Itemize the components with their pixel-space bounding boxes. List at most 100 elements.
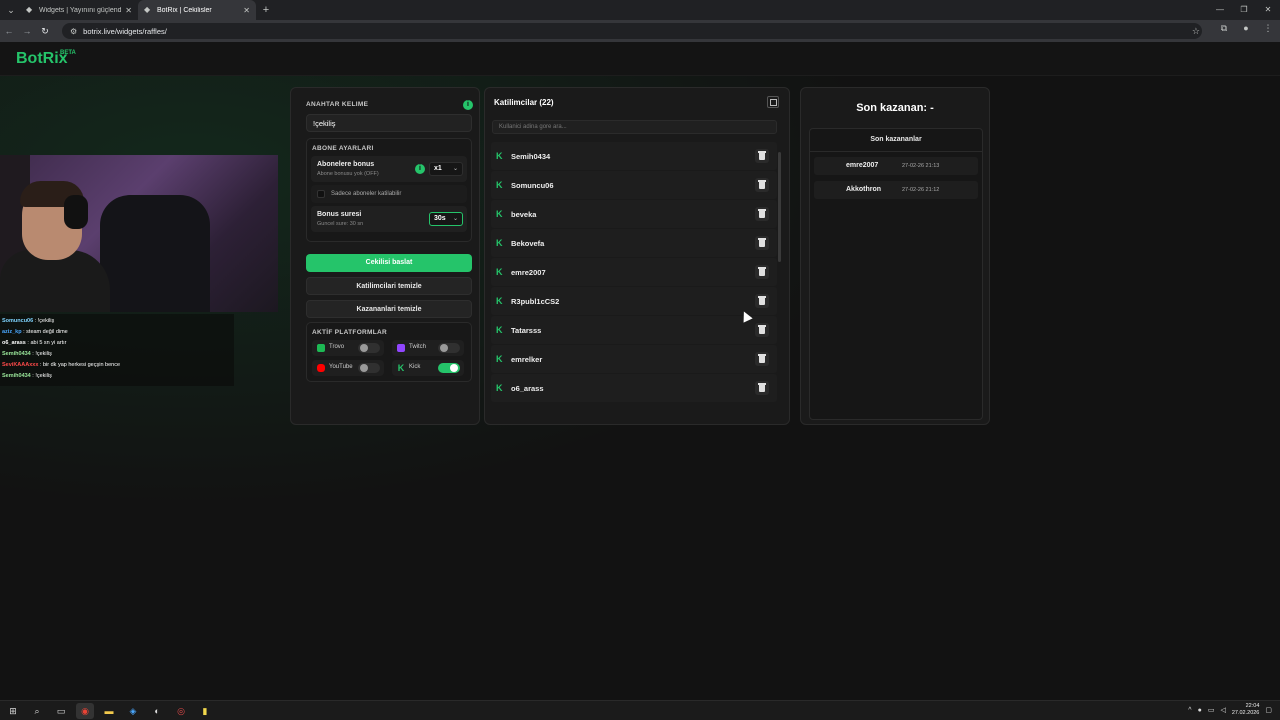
notifications-icon[interactable]: ▢ bbox=[1265, 706, 1272, 714]
minimize-icon[interactable]: — bbox=[1208, 0, 1232, 20]
twitch-toggle[interactable] bbox=[438, 343, 460, 353]
delete-participant-icon[interactable] bbox=[755, 381, 769, 395]
start-raffle-button[interactable]: Cekilisi baslat bbox=[306, 254, 472, 272]
notes-app-icon[interactable]: ▮ bbox=[196, 703, 214, 719]
participant-row: Kemrelker bbox=[491, 345, 777, 373]
browser-tab-active[interactable]: ◆ BotRix | Cekilisler ✕ bbox=[138, 0, 256, 20]
extensions-icon[interactable]: ⧉ bbox=[1218, 23, 1230, 34]
winners-panel: Son kazanan: - Son kazananlar emre2007 2… bbox=[800, 87, 990, 425]
delete-participant-icon[interactable] bbox=[755, 207, 769, 221]
chat-user: Semih0434 bbox=[2, 351, 31, 357]
delete-participant-icon[interactable] bbox=[755, 352, 769, 366]
chat-message: o6_arass : abi 5 sn yi artır bbox=[2, 338, 232, 349]
kick-icon: K bbox=[496, 296, 503, 306]
taskbar-apps: ⊞ ⌕ ▭ ◉ ▬ ◈ ◐ ◎ ▮ bbox=[4, 703, 214, 719]
obs-icon[interactable]: ◎ bbox=[172, 703, 190, 719]
participant-row: Kemre2007 bbox=[491, 258, 777, 286]
youtube-toggle[interactable] bbox=[358, 363, 380, 373]
delete-participant-icon[interactable] bbox=[755, 236, 769, 250]
only-subscribers-label: Sadece aboneler katilabilir bbox=[331, 191, 402, 197]
bookmark-star-icon[interactable]: ☆ bbox=[1192, 26, 1200, 37]
clear-winners-button[interactable]: Kazananlari temizle bbox=[306, 300, 472, 318]
kick-icon: K bbox=[397, 363, 405, 373]
delete-participant-icon[interactable] bbox=[755, 149, 769, 163]
info-icon[interactable]: i bbox=[463, 100, 473, 110]
bonus-title: Abonelere bonus bbox=[317, 161, 375, 168]
bonus-time-select[interactable]: 30s ⌄ bbox=[429, 212, 463, 226]
restore-icon[interactable]: ❐ bbox=[1232, 0, 1256, 20]
chevron-down-icon: ⌄ bbox=[452, 166, 458, 172]
menu-icon[interactable]: ⋮ bbox=[1262, 23, 1274, 34]
window-controls: — ❐ ✕ bbox=[1208, 0, 1280, 20]
keyword-label: ANAHTAR KELIME bbox=[306, 101, 369, 108]
kick-toggle[interactable] bbox=[438, 363, 460, 373]
page: BotRix BETA Somuncu06 : !çekiliş aziz_kp… bbox=[0, 42, 1280, 700]
microphone-icon[interactable]: ● bbox=[1198, 707, 1202, 714]
kick-icon: K bbox=[496, 325, 503, 335]
site-info-icon[interactable]: ⚙ bbox=[70, 27, 77, 36]
headset bbox=[64, 195, 88, 229]
delete-participant-icon[interactable] bbox=[755, 294, 769, 308]
browser-tab[interactable]: ◆ Widgets | Yayınını güçlendirmek ✕ bbox=[20, 0, 138, 20]
close-tab-icon[interactable]: ✕ bbox=[125, 6, 132, 15]
chat-user: o6_arass bbox=[2, 340, 26, 346]
keyword-input[interactable]: !çekiliş bbox=[306, 114, 472, 132]
close-window-icon[interactable]: ✕ bbox=[1256, 0, 1280, 20]
volume-icon[interactable]: ◁ bbox=[1220, 706, 1225, 714]
youtube-icon bbox=[317, 364, 325, 372]
platform-youtube: YouTube bbox=[312, 360, 384, 376]
trovo-toggle[interactable] bbox=[358, 343, 380, 353]
kick-icon: K bbox=[496, 209, 503, 219]
chat-message: aziz_kp : steam değil dime bbox=[2, 327, 232, 338]
bonus-multiplier-select[interactable]: x1 ⌄ bbox=[429, 162, 463, 176]
system-tray: ^ ● ▭ ◁ 22:04 27.02.2026 ▢ bbox=[1188, 703, 1272, 717]
only-subscribers-row[interactable]: Sadece aboneler katilabilir bbox=[311, 185, 467, 203]
participant-list-scrollbar[interactable] bbox=[778, 152, 781, 262]
task-view-icon[interactable]: ▭ bbox=[52, 703, 70, 719]
webcam-overlay bbox=[0, 155, 278, 312]
bonus-time-subtitle: Guncel sure: 30 sn bbox=[317, 221, 364, 227]
delete-participant-icon[interactable] bbox=[755, 265, 769, 279]
steam-icon[interactable]: ◐ bbox=[148, 703, 166, 719]
tab-search-icon[interactable]: ⌄ bbox=[2, 1, 20, 19]
forward-icon[interactable]: → bbox=[18, 26, 36, 36]
copy-icon[interactable] bbox=[767, 96, 779, 108]
url-field[interactable]: ⚙ botrix.live/widgets/raffles/ ☆ bbox=[62, 23, 1202, 39]
platform-kick: K Kick bbox=[392, 360, 464, 376]
network-icon[interactable]: ▭ bbox=[1208, 706, 1215, 714]
chevron-up-icon[interactable]: ^ bbox=[1188, 707, 1191, 714]
winner-name: emre2007 bbox=[846, 162, 879, 169]
windows-start-icon[interactable]: ⊞ bbox=[4, 703, 22, 719]
delete-participant-icon[interactable] bbox=[755, 323, 769, 337]
clock-date: 27.02.2026 bbox=[1231, 710, 1260, 716]
last-winner-headline: Son kazanan: - bbox=[856, 102, 934, 114]
profile-icon[interactable]: ● bbox=[1240, 23, 1252, 34]
only-subscribers-checkbox[interactable] bbox=[317, 190, 325, 198]
active-platforms-label: AKTİF PLATFORMLAR bbox=[312, 329, 388, 336]
chrome-icon[interactable]: ◉ bbox=[76, 703, 94, 719]
clock[interactable]: 22:04 27.02.2026 bbox=[1232, 703, 1260, 717]
participant-search-input[interactable]: Kullanici adina gore ara... bbox=[492, 120, 777, 134]
file-explorer-icon[interactable]: ▬ bbox=[100, 703, 118, 719]
site-favicon-icon: ◆ bbox=[26, 5, 33, 14]
chat-text: : steam değil dime bbox=[23, 329, 68, 335]
store-icon[interactable]: ◈ bbox=[124, 703, 142, 719]
chat-message: Somuncu06 : !çekiliş bbox=[2, 316, 232, 327]
delete-participant-icon[interactable] bbox=[755, 178, 769, 192]
bonus-time-title: Bonus suresi bbox=[317, 211, 362, 218]
chevron-down-icon: ⌄ bbox=[452, 216, 458, 222]
new-tab-button[interactable]: + bbox=[258, 2, 274, 18]
info-icon[interactable]: i bbox=[415, 164, 425, 174]
participant-name: emrelker bbox=[511, 355, 543, 364]
recent-winners-title: Son kazananlar bbox=[870, 136, 922, 143]
kick-icon: K bbox=[496, 267, 503, 277]
taskbar: ⊞ ⌕ ▭ ◉ ▬ ◈ ◐ ◎ ▮ ^ ● ▭ ◁ 22:04 27.02.20… bbox=[0, 700, 1280, 720]
search-icon[interactable]: ⌕ bbox=[28, 703, 46, 719]
clear-participants-button[interactable]: Katilimcilari temizle bbox=[306, 277, 472, 295]
participant-name: Bekovefa bbox=[511, 239, 545, 248]
kick-icon: K bbox=[496, 151, 503, 161]
browser-toolbar-icons: ⧉ ● ⋮ bbox=[1218, 23, 1274, 34]
back-icon[interactable]: ← bbox=[0, 26, 18, 36]
close-tab-icon[interactable]: ✕ bbox=[243, 6, 250, 15]
reload-icon[interactable]: ↻ bbox=[36, 26, 54, 37]
